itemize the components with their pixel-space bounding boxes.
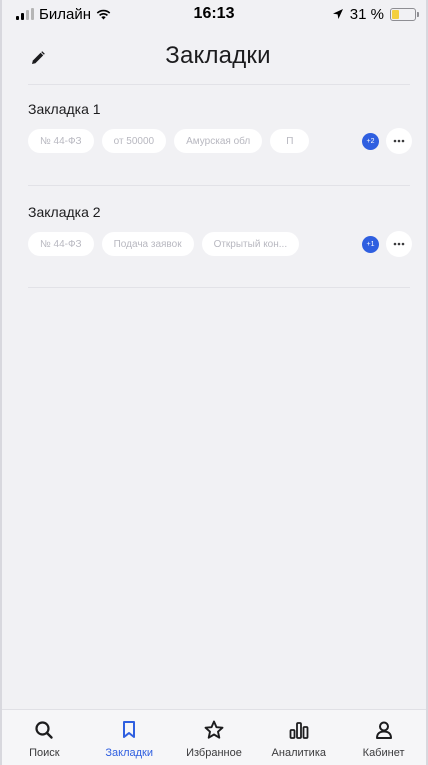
person-icon	[375, 721, 392, 739]
filter-chips-row: № 44-ФЗ от 50000 Амурская обл П +2	[28, 128, 412, 154]
bookmark-actions: +2	[362, 128, 412, 154]
tab-favorites[interactable]: Избранное	[174, 719, 254, 759]
tab-label: Закладки	[105, 747, 153, 759]
more-options-button[interactable]	[386, 128, 412, 154]
tab-search[interactable]: Поиск	[4, 719, 84, 759]
status-left: Билайн	[16, 6, 111, 23]
bookmark-title: Закладка 2	[28, 204, 101, 220]
signal-strength-icon	[16, 8, 34, 20]
filter-chips-row: № 44-ФЗ Подача заявок Открытый кон... +1	[28, 231, 412, 257]
header-divider	[28, 84, 410, 85]
tab-bookmarks[interactable]: Закладки	[89, 719, 169, 759]
star-icon	[204, 720, 224, 739]
battery-percent: 31 %	[349, 5, 384, 23]
tab-cabinet[interactable]: Кабинет	[344, 719, 424, 759]
tab-label: Аналитика	[271, 747, 326, 759]
edit-button[interactable]	[28, 48, 48, 68]
wifi-icon	[96, 9, 111, 19]
page-title: Закладки	[165, 42, 271, 69]
more-horizontal-icon	[393, 139, 405, 143]
carrier-name: Билайн	[39, 5, 91, 23]
more-horizontal-icon	[393, 242, 405, 246]
filter-chip[interactable]: П	[270, 129, 310, 153]
search-icon	[35, 721, 54, 739]
bookmark-item[interactable]: Закладка 1 № 44-ФЗ от 50000 Амурская обл…	[28, 100, 412, 154]
status-time: 16:13	[193, 5, 235, 22]
tab-label: Кабинет	[362, 747, 405, 759]
extra-filters-badge[interactable]: +2	[362, 132, 379, 150]
bar-chart-icon	[289, 722, 309, 739]
app-screen: Билайн 16:13 31 % Закладки Закладка 1 № …	[0, 0, 428, 765]
filter-chip[interactable]: Открытый кон...	[201, 232, 300, 256]
bookmark-icon	[123, 721, 136, 738]
status-bar: Билайн 16:13 31 %	[2, 0, 426, 28]
tab-label: Избранное	[186, 747, 242, 759]
nav-header: Закладки	[2, 28, 426, 84]
location-arrow-icon	[332, 9, 343, 19]
extra-filters-badge[interactable]: +1	[362, 235, 379, 253]
bookmark-divider	[28, 287, 410, 288]
bookmark-divider	[28, 185, 410, 186]
pencil-icon	[32, 51, 45, 64]
filter-chip[interactable]: от 50000	[101, 129, 167, 153]
tab-analytics[interactable]: Аналитика	[259, 719, 339, 759]
status-right: 31 %	[332, 5, 419, 23]
filter-chip[interactable]: № 44-ФЗ	[28, 129, 94, 153]
battery-level	[392, 9, 399, 19]
filter-chip[interactable]: № 44-ФЗ	[28, 232, 94, 256]
filter-chip[interactable]: Амурская обл	[174, 129, 263, 153]
tab-bar: Поиск Закладки Избранное Аналитика Кабин…	[2, 709, 426, 765]
filter-chip[interactable]: Подача заявок	[101, 232, 194, 256]
bookmark-actions: +1	[362, 231, 412, 257]
tab-label: Поиск	[29, 747, 60, 759]
more-options-button[interactable]	[386, 231, 412, 257]
battery-icon	[390, 7, 419, 21]
bookmark-item[interactable]: Закладка 2 № 44-ФЗ Подача заявок Открыты…	[28, 203, 412, 257]
bookmark-title: Закладка 1	[28, 101, 101, 117]
